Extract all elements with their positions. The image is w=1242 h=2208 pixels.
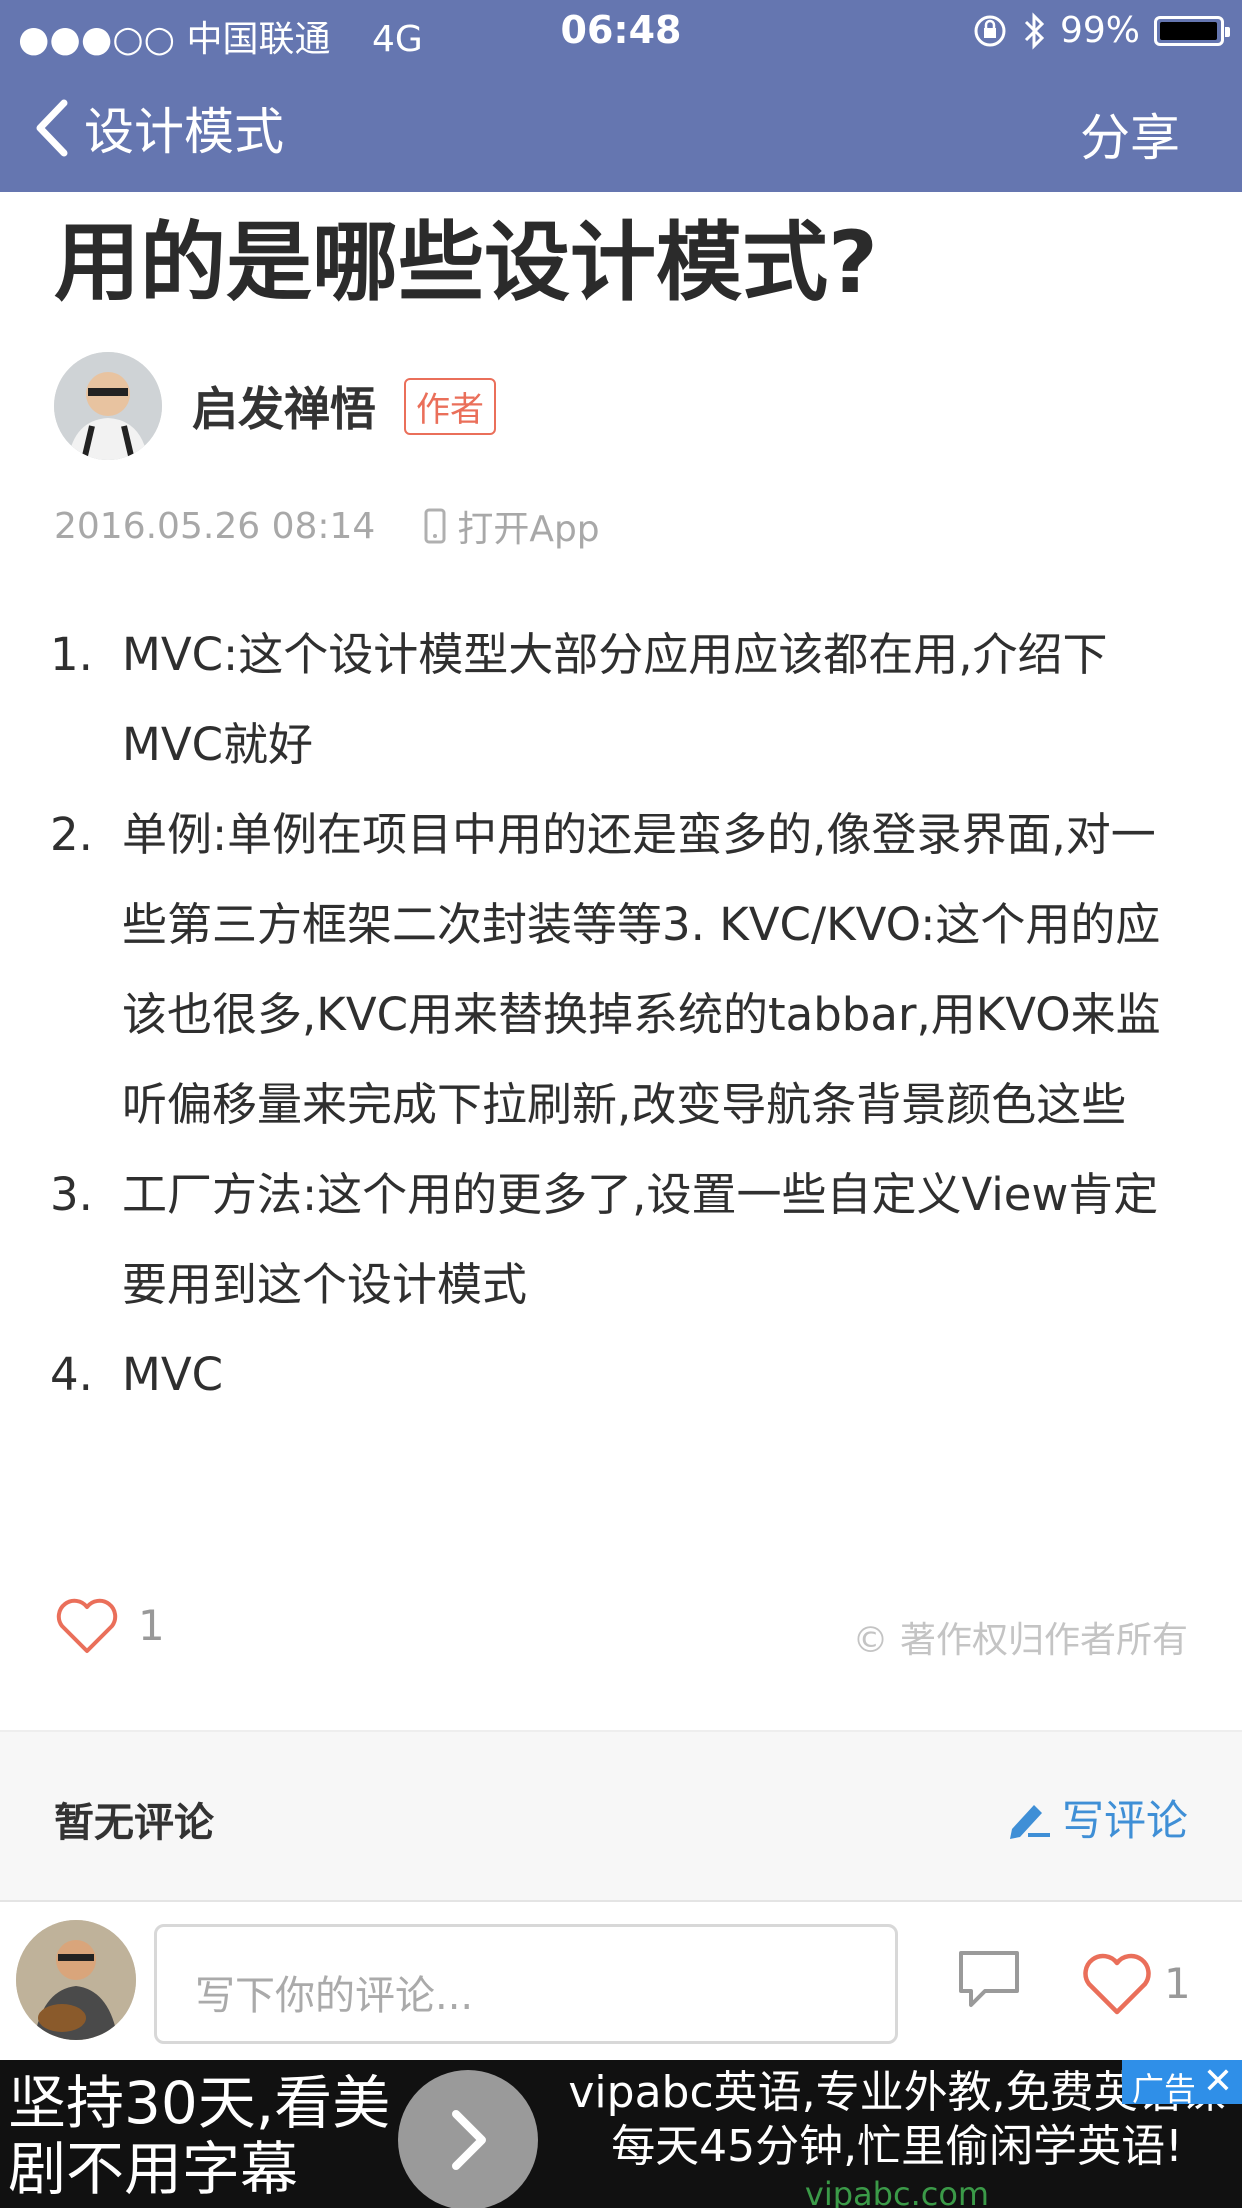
bottom-like-count: 1 xyxy=(1164,1958,1191,2008)
list-item: 4. MVC xyxy=(0,1330,1242,1420)
list-text: MVC:这个设计模型大部分应用应该都在用,介绍下MVC就好 xyxy=(122,628,1108,771)
list-number: 4. xyxy=(50,1348,93,1401)
author-avatar[interactable] xyxy=(54,352,162,460)
heart-icon xyxy=(56,1598,118,1653)
article-meta: 2016.05.26 08:14 打开App xyxy=(54,500,600,552)
battery-icon xyxy=(1154,15,1230,46)
open-app-link[interactable]: 打开App xyxy=(457,500,599,552)
rotation-lock-icon xyxy=(974,15,1006,46)
list-number: 1. xyxy=(50,628,93,681)
user-avatar[interactable] xyxy=(16,1920,136,2040)
article-title: 用的是哪些设计模式? xyxy=(54,213,878,313)
list-item: 3. 工厂方法:这个用的更多了,设置一些自定义View肯定要用到这个设计模式 xyxy=(0,1150,1242,1330)
section-gap xyxy=(0,1872,1242,1902)
author-name[interactable]: 启发禅悟 xyxy=(192,373,376,439)
copyright-notice: © 著作权归作者所有 xyxy=(852,1620,1188,1661)
pencil-icon xyxy=(1009,1804,1050,1839)
comments-header: 暂无评论 写评论 xyxy=(0,1732,1242,1872)
bottom-like-button[interactable]: 1 xyxy=(1080,1950,1191,2016)
chevron-right-icon xyxy=(452,2110,486,2170)
nav-bar: 设计模式 分享 xyxy=(0,62,1242,192)
list-number: 3. xyxy=(50,1168,93,1221)
list-item: 2. 单例:单例在项目中用的还是蛮多的,像登录界面,对一些第三方框架二次封装等等3… xyxy=(0,790,1242,1150)
phone-icon xyxy=(424,508,446,544)
chevron-left-icon xyxy=(36,99,68,157)
share-button[interactable]: 分享 xyxy=(1080,98,1180,170)
bluetooth-icon xyxy=(1024,11,1045,50)
ad-line-2: 每天45分钟,忙里偷闲学英语! xyxy=(611,2121,1183,2172)
back-label: 设计模式 xyxy=(84,103,284,161)
ad-url: vipabc.com xyxy=(804,2175,990,2208)
publish-date: 2016.05.26 08:14 xyxy=(54,505,376,547)
ad-close-button[interactable]: ✕ xyxy=(1194,2060,1242,2104)
like-count: 1 xyxy=(138,1600,165,1650)
ad-arrow-button[interactable] xyxy=(398,2070,538,2208)
author-badge: 作者 xyxy=(404,377,496,435)
heart-icon xyxy=(1083,1953,1151,2015)
status-bar: ●●●○○ 中国联通 4G 06:48 99% xyxy=(0,0,1242,62)
comment-input[interactable]: 写下你的评论... xyxy=(154,1924,898,2044)
list-item: 1. MVC:这个设计模型大部分应用应该都在用,介绍下MVC就好 xyxy=(0,610,1242,790)
back-button[interactable]: 设计模式 xyxy=(32,92,284,164)
article-content: 1. MVC:这个设计模型大部分应用应该都在用,介绍下MVC就好 2. 单例:单例在… xyxy=(0,610,1242,1420)
battery-percent: 99% xyxy=(1059,10,1140,51)
comment-bar: 写下你的评论... 1 xyxy=(0,1902,1242,2060)
write-comment-button[interactable]: 写评论 xyxy=(1006,1787,1188,1848)
comment-icon[interactable] xyxy=(955,1947,1023,2011)
no-comments-label: 暂无评论 xyxy=(54,1800,214,1846)
author-row: 启发禅悟 作者 xyxy=(54,352,496,460)
list-text: 单例:单例在项目中用的还是蛮多的,像登录界面,对一些第三方框架二次封装等等3. … xyxy=(122,808,1161,1131)
status-right: 99% xyxy=(972,10,1230,51)
ad-left-text: 坚持30天,看美剧不用字幕 xyxy=(8,2069,391,2203)
write-comment-label: 写评论 xyxy=(1061,1796,1188,1845)
list-text: 工厂方法:这个用的更多了,设置一些自定义View肯定要用到这个设计模式 xyxy=(122,1168,1159,1311)
ad-banner[interactable]: 坚持30天,看美剧不用字幕 vipabc英语,专业外教,免费英语课 每天45分钟… xyxy=(0,2060,1242,2208)
list-text: MVC xyxy=(122,1348,224,1401)
article-actions: 1 © 著作权归作者所有 xyxy=(54,1595,1188,1675)
list-number: 2. xyxy=(50,808,93,861)
